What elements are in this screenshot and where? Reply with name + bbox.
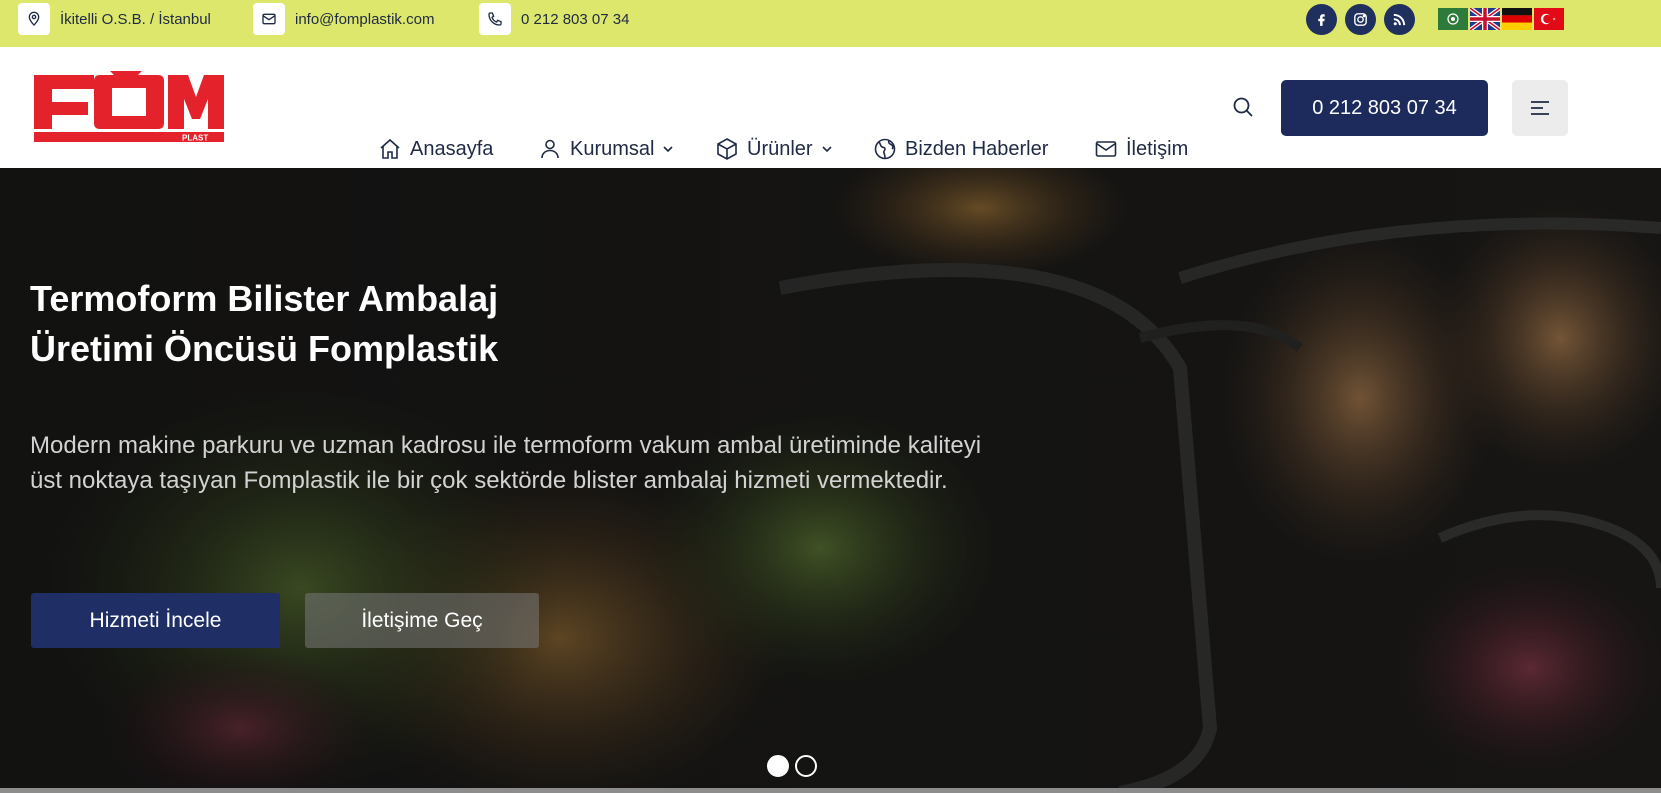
address-info: İkitelli O.S.B. / İstanbul xyxy=(18,3,211,35)
language-switcher xyxy=(1438,8,1564,30)
chevron-down-icon xyxy=(663,146,674,153)
nav-label-urunler: Ürünler xyxy=(747,137,813,160)
view-service-button[interactable]: Hizmeti İncele xyxy=(31,593,280,648)
user-icon xyxy=(541,139,559,159)
top-bar: İkitelli O.S.B. / İstanbul info@fomplast… xyxy=(0,0,1661,47)
rss-icon[interactable] xyxy=(1384,4,1415,35)
svg-text:PLAST: PLAST xyxy=(182,134,208,143)
nav-item-kurumsal[interactable]: Kurumsal xyxy=(538,137,674,161)
flag-english-icon[interactable] xyxy=(1470,8,1500,30)
slider-dot-2[interactable] xyxy=(795,755,817,777)
chevron-down-icon xyxy=(822,146,832,153)
box-icon xyxy=(717,138,737,160)
slider-dot-1[interactable] xyxy=(767,755,789,777)
email-link[interactable]: info@fomplastik.com xyxy=(295,11,434,28)
phone-info[interactable]: 0 212 803 07 34 xyxy=(479,3,629,35)
flag-turkish-icon[interactable] xyxy=(1534,8,1564,30)
flag-arabic-icon[interactable] xyxy=(1438,8,1468,30)
search-icon[interactable] xyxy=(1231,95,1255,119)
globe-icon xyxy=(874,138,896,160)
nav-label-bizden-haberler: Bizden Haberler xyxy=(905,137,1049,160)
location-pin-icon xyxy=(18,3,50,35)
hamburger-menu-button[interactable] xyxy=(1512,80,1568,136)
contact-button[interactable]: İletişime Geç xyxy=(305,593,539,648)
hero-title: Termoform Bilister Ambalaj Üretimi Öncüs… xyxy=(30,274,670,374)
nav-label-anasayfa: Anasayfa xyxy=(410,137,494,160)
header-phone-button[interactable]: 0 212 803 07 34 xyxy=(1281,80,1488,136)
hero-bottom-divider xyxy=(0,788,1661,793)
nav-item-iletisim[interactable]: İletişim xyxy=(1094,137,1188,161)
nav-label-kurumsal: Kurumsal xyxy=(570,137,655,160)
hero-title-line1: Termoform Bilister Ambalaj xyxy=(30,278,499,319)
nav-item-urunler[interactable]: Ürünler xyxy=(715,137,833,161)
slider-pagination xyxy=(767,755,817,777)
nav-label-iletisim: İletişim xyxy=(1126,137,1189,160)
nav-item-anasayfa[interactable]: Anasayfa xyxy=(378,137,493,161)
nav-item-bizden-haberler[interactable]: Bizden Haberler xyxy=(873,137,1048,161)
flag-german-icon[interactable] xyxy=(1502,8,1532,30)
menu-icon xyxy=(1531,101,1549,115)
hero-description: Modern makine parkuru ve uzman kadrosu i… xyxy=(30,432,982,494)
fom-plast-logo[interactable]: PLAST xyxy=(30,71,226,145)
phone-icon xyxy=(479,3,511,35)
email-info[interactable]: info@fomplastik.com xyxy=(253,3,434,35)
hero-slider: Termoform Bilister Ambalaj Üretimi Öncüs… xyxy=(0,168,1661,793)
instagram-icon[interactable] xyxy=(1345,4,1376,35)
home-icon xyxy=(380,138,400,159)
social-links xyxy=(1306,4,1415,35)
hero-title-line2: Üretimi Öncüsü Fomplastik xyxy=(30,328,499,369)
phone-link[interactable]: 0 212 803 07 34 xyxy=(521,11,629,28)
mail-icon xyxy=(253,3,285,35)
mail-icon xyxy=(1095,141,1117,157)
facebook-icon[interactable] xyxy=(1306,4,1337,35)
address-text: İkitelli O.S.B. / İstanbul xyxy=(60,10,211,28)
